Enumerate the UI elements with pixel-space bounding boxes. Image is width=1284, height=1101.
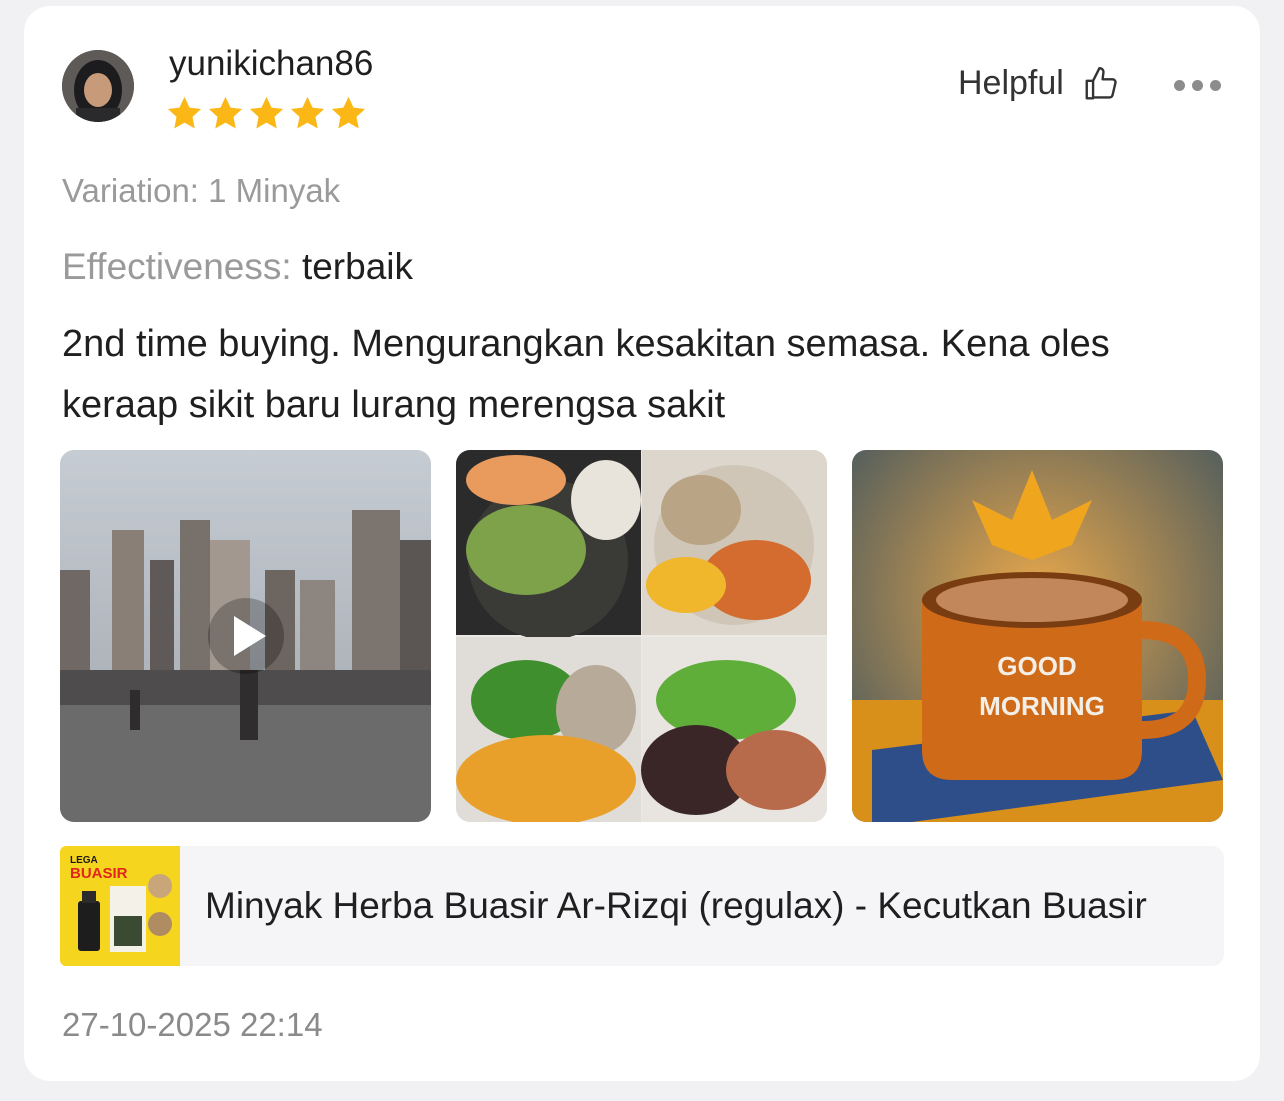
- star-icon: [208, 96, 243, 129]
- product-thumbnail: LEGA BUASIR: [60, 846, 180, 966]
- product-link[interactable]: LEGA BUASIR Minyak Herba Buasir Ar-Rizqi…: [60, 846, 1224, 966]
- review-image-mug[interactable]: GOOD MORNING: [852, 450, 1223, 822]
- effectiveness-row: Effectiveness: terbaik: [62, 246, 413, 288]
- avatar[interactable]: [62, 50, 134, 122]
- effectiveness-value: terbaik: [301, 246, 414, 287]
- thumbs-up-icon: [1085, 66, 1117, 99]
- review-timestamp: 27-10-2025 22:14: [62, 1006, 323, 1043]
- review-text: 2nd time buying. Mengurangkan kesakitan …: [62, 323, 1110, 426]
- helpful-button[interactable]: Helpful: [958, 64, 1120, 103]
- dot: [1174, 80, 1185, 91]
- reviewer-username[interactable]: yunikichan86: [169, 44, 373, 84]
- star-icon: [249, 96, 284, 129]
- review-video-thumbnail[interactable]: [60, 450, 431, 822]
- more-options-button[interactable]: [1174, 80, 1221, 91]
- star-icon: [331, 96, 366, 129]
- variation-text: Variation: 1 Minyak: [62, 172, 341, 209]
- dot: [1210, 80, 1221, 91]
- review-image-food[interactable]: [456, 450, 827, 822]
- star-icon: [290, 96, 325, 129]
- dot: [1192, 80, 1203, 91]
- effectiveness-label: Effectiveness:: [62, 246, 292, 287]
- rating-stars: [165, 94, 368, 133]
- star-icon: [167, 96, 202, 129]
- mug-caption-line2: MORNING: [979, 691, 1105, 721]
- product-thumb-brand-main: BUASIR: [70, 865, 128, 882]
- mug-caption-line1: GOOD: [997, 651, 1076, 681]
- review-card: yunikichan86 Helpful Variation: 1 Minyak…: [24, 6, 1260, 1081]
- helpful-label: Helpful: [958, 64, 1064, 102]
- product-name: Minyak Herba Buasir Ar-Rizqi (regulax) -…: [205, 885, 1147, 926]
